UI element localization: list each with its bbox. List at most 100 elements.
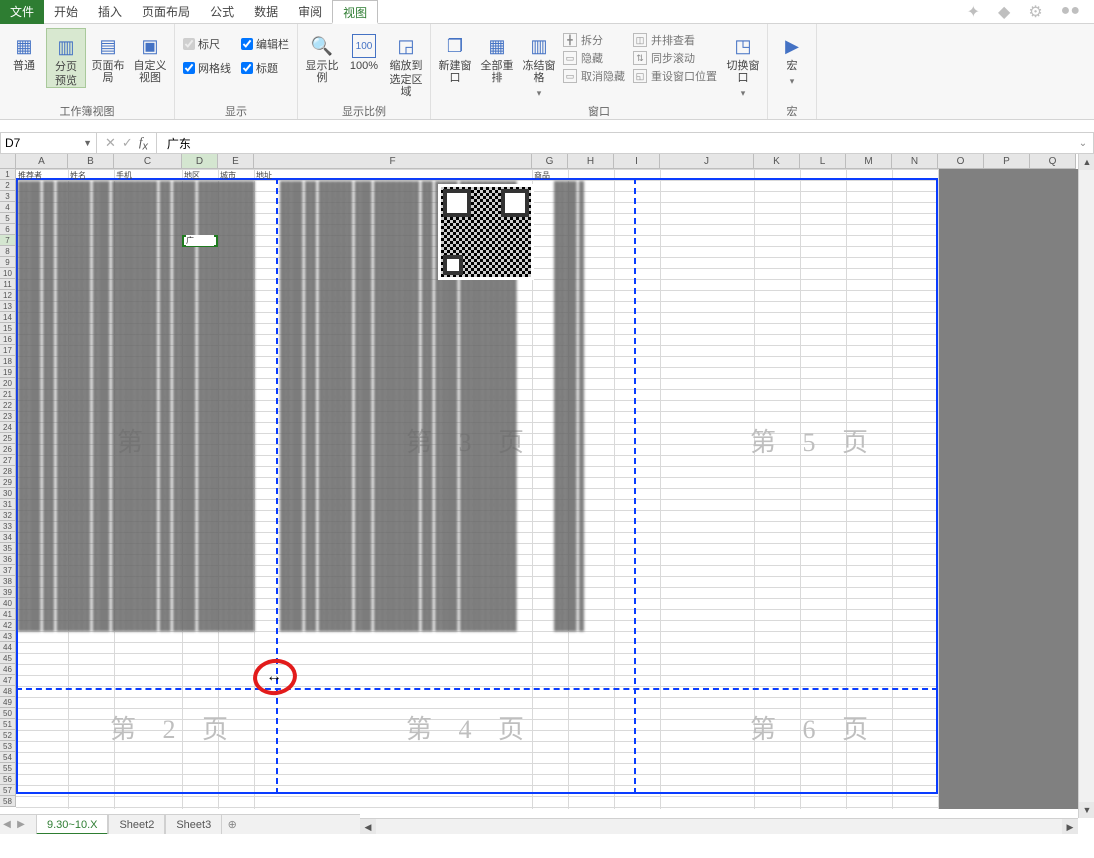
row-header-36[interactable]: 36 — [0, 554, 16, 565]
col-header-O[interactable]: O — [938, 154, 984, 169]
row-header-34[interactable]: 34 — [0, 532, 16, 543]
row-header-1[interactable]: 1 — [0, 169, 16, 180]
reset-pos-button[interactable]: ◱重设窗口位置 — [633, 68, 717, 84]
view-page-layout-button[interactable]: ▤ 页面布局 — [88, 28, 128, 84]
row-header-7[interactable]: 7 — [0, 235, 16, 246]
view-normal-button[interactable]: ▦ 普通 — [4, 28, 44, 72]
unhide-button[interactable]: ▭取消隐藏 — [563, 68, 625, 84]
col-header-I[interactable]: I — [614, 154, 660, 169]
row-header-9[interactable]: 9 — [0, 257, 16, 268]
formula-input[interactable]: 广东 — [157, 135, 1073, 152]
macros-button[interactable]: ▶ 宏 ▾ — [772, 28, 812, 87]
cancel-icon[interactable]: ✕ — [105, 135, 116, 151]
view-page-break-button[interactable]: ▥ 分页 预览 — [46, 28, 86, 88]
row-header-13[interactable]: 13 — [0, 301, 16, 312]
col-header-M[interactable]: M — [846, 154, 892, 169]
row-header-14[interactable]: 14 — [0, 312, 16, 323]
column-headers[interactable]: ABCDEFGHIJKLMNOPQ — [16, 154, 1076, 169]
chk-formula-bar[interactable]: 编辑栏 — [241, 36, 289, 52]
col-header-N[interactable]: N — [892, 154, 938, 169]
row-header-32[interactable]: 32 — [0, 510, 16, 521]
row-header-56[interactable]: 56 — [0, 774, 16, 785]
zoom-button[interactable]: 🔍 显示比例 — [302, 28, 342, 84]
row-header-8[interactable]: 8 — [0, 246, 16, 257]
row-header-35[interactable]: 35 — [0, 543, 16, 554]
name-box[interactable]: D7 ▼ — [1, 133, 97, 153]
col-header-C[interactable]: C — [114, 154, 182, 169]
col-header-J[interactable]: J — [660, 154, 754, 169]
enter-icon[interactable]: ✓ — [122, 135, 133, 151]
tab-page-layout[interactable]: 页面布局 — [132, 0, 200, 24]
freeze-panes-button[interactable]: ▥ 冻结窗格 ▾ — [519, 28, 559, 99]
select-all-corner[interactable] — [0, 154, 16, 169]
row-header-39[interactable]: 39 — [0, 587, 16, 598]
new-window-button[interactable]: ❐ 新建窗口 — [435, 28, 475, 84]
row-header-44[interactable]: 44 — [0, 642, 16, 653]
col-header-H[interactable]: H — [568, 154, 614, 169]
tab-insert[interactable]: 插入 — [88, 0, 132, 24]
row-header-24[interactable]: 24 — [0, 422, 16, 433]
expand-formula-bar[interactable]: ⌄ — [1073, 138, 1093, 149]
row-header-53[interactable]: 53 — [0, 741, 16, 752]
switch-window-button[interactable]: ◳ 切换窗口 ▾ — [723, 28, 763, 99]
row-header-20[interactable]: 20 — [0, 378, 16, 389]
row-header-51[interactable]: 51 — [0, 719, 16, 730]
row-header-42[interactable]: 42 — [0, 620, 16, 631]
hide-button[interactable]: ▭隐藏 — [563, 50, 625, 66]
sheet-nav-prev[interactable]: ◀ — [0, 815, 14, 835]
scroll-up-icon[interactable]: ▲ — [1079, 154, 1094, 170]
sheet-tab-2[interactable]: Sheet2 — [108, 815, 165, 835]
col-header-A[interactable]: A — [16, 154, 68, 169]
view-custom-button[interactable]: ▣ 自定义视图 — [130, 28, 170, 84]
fx-icon[interactable]: fx — [139, 134, 148, 153]
col-header-Q[interactable]: Q — [1030, 154, 1076, 169]
row-header-10[interactable]: 10 — [0, 268, 16, 279]
tab-view[interactable]: 视图 — [332, 0, 378, 24]
split-button[interactable]: ╋拆分 — [563, 32, 625, 48]
row-header-38[interactable]: 38 — [0, 576, 16, 587]
col-header-B[interactable]: B — [68, 154, 114, 169]
row-header-48[interactable]: 48 — [0, 686, 16, 697]
tab-review[interactable]: 审阅 — [288, 0, 332, 24]
row-header-40[interactable]: 40 — [0, 598, 16, 609]
row-header-2[interactable]: 2 — [0, 180, 16, 191]
row-headers[interactable]: 1234567891011121314151617181920212223242… — [0, 169, 16, 807]
zoom-selection-button[interactable]: ◲ 缩放到 选定区域 — [386, 28, 426, 98]
col-header-F[interactable]: F — [254, 154, 532, 169]
row-header-5[interactable]: 5 — [0, 213, 16, 224]
row-header-27[interactable]: 27 — [0, 455, 16, 466]
row-header-41[interactable]: 41 — [0, 609, 16, 620]
row-header-43[interactable]: 43 — [0, 631, 16, 642]
row-header-11[interactable]: 11 — [0, 279, 16, 290]
row-header-21[interactable]: 21 — [0, 389, 16, 400]
row-header-55[interactable]: 55 — [0, 763, 16, 774]
row-header-17[interactable]: 17 — [0, 345, 16, 356]
horizontal-scrollbar[interactable]: ◀ ▶ — [360, 818, 1078, 834]
row-header-33[interactable]: 33 — [0, 521, 16, 532]
row-header-15[interactable]: 15 — [0, 323, 16, 334]
zoom-100-button[interactable]: 100 100% — [344, 28, 384, 72]
chk-ruler[interactable]: 标尺 — [183, 36, 231, 52]
col-header-P[interactable]: P — [984, 154, 1030, 169]
col-header-L[interactable]: L — [800, 154, 846, 169]
chk-gridlines[interactable]: 网格线 — [183, 60, 231, 76]
sheet-nav-next[interactable]: ▶ — [14, 815, 28, 835]
row-header-57[interactable]: 57 — [0, 785, 16, 796]
row-header-31[interactable]: 31 — [0, 499, 16, 510]
col-header-E[interactable]: E — [218, 154, 254, 169]
row-header-18[interactable]: 18 — [0, 356, 16, 367]
row-header-52[interactable]: 52 — [0, 730, 16, 741]
chevron-down-icon[interactable]: ▼ — [83, 138, 92, 148]
row-header-12[interactable]: 12 — [0, 290, 16, 301]
row-header-30[interactable]: 30 — [0, 488, 16, 499]
row-header-23[interactable]: 23 — [0, 411, 16, 422]
row-header-54[interactable]: 54 — [0, 752, 16, 763]
chk-headings[interactable]: 标题 — [241, 60, 289, 76]
col-header-K[interactable]: K — [754, 154, 800, 169]
tab-home[interactable]: 开始 — [44, 0, 88, 24]
tab-data[interactable]: 数据 — [244, 0, 288, 24]
row-header-58[interactable]: 58 — [0, 796, 16, 807]
arrange-all-button[interactable]: ▦ 全部重排 — [477, 28, 517, 84]
col-header-D[interactable]: D — [182, 154, 218, 169]
scroll-right-icon[interactable]: ▶ — [1062, 819, 1078, 834]
